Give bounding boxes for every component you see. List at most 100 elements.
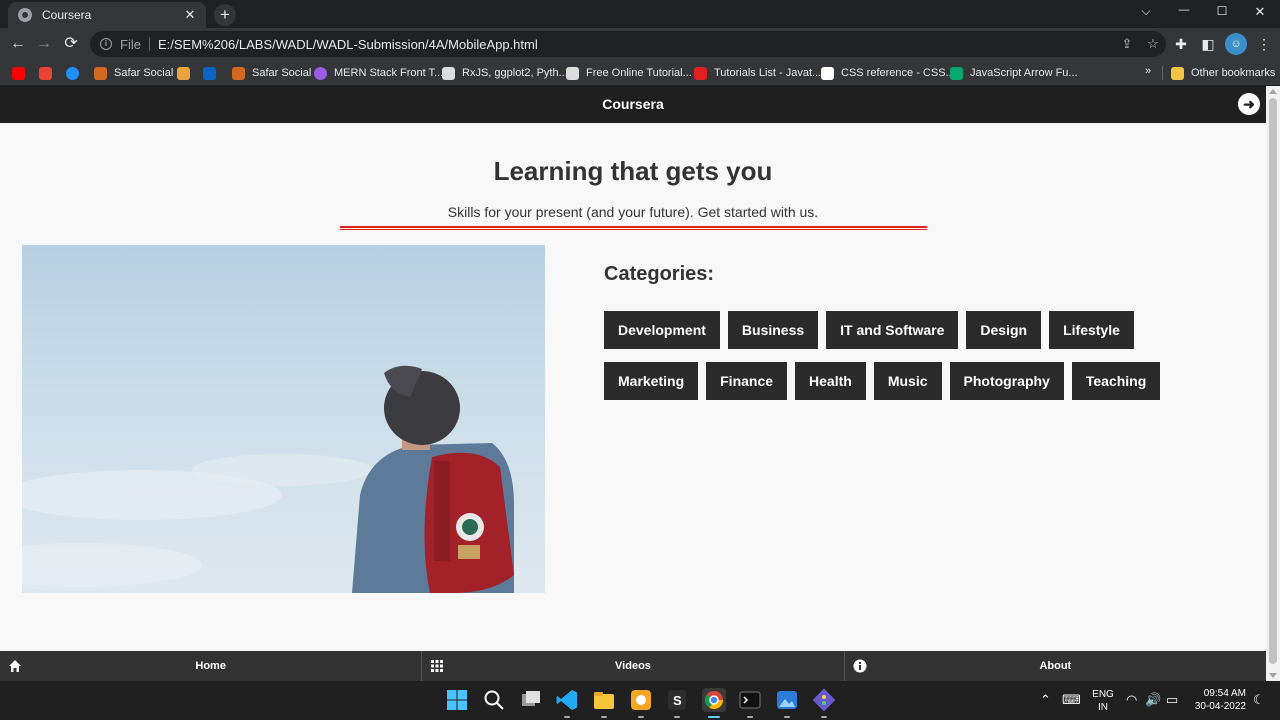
chevron-up-icon[interactable]: ⌃: [1040, 692, 1051, 708]
bookmark-item[interactable]: Tutorials List - Javat...: [694, 64, 821, 82]
svg-text:S: S: [673, 693, 682, 708]
scroll-thumb[interactable]: [1269, 98, 1277, 664]
menu-kebab-icon[interactable]: ⋮: [1253, 33, 1275, 55]
bookmarks-overflow-button[interactable]: »: [1145, 65, 1151, 77]
reload-icon[interactable]: ⟳: [60, 33, 82, 55]
scroll-down-arrow-icon[interactable]: [1269, 673, 1277, 678]
bookmark-item[interactable]: CSS reference - CSS...: [821, 64, 955, 82]
clock[interactable]: 09:54 AM 30-04-2022: [1190, 687, 1246, 713]
bookmark-item[interactable]: [177, 64, 197, 82]
folder-icon: [1171, 66, 1184, 80]
sublime-icon[interactable]: S: [665, 688, 689, 718]
javatpoint-icon: [694, 66, 707, 80]
bookmark-label: RxJS, ggplot2, Pyth...: [462, 67, 568, 79]
bookmark-item[interactable]: [12, 64, 32, 82]
new-tab-button[interactable]: +: [214, 4, 236, 26]
keyboard-icon[interactable]: ⌨: [1062, 692, 1081, 708]
category-button[interactable]: Marketing: [604, 362, 699, 400]
nav-label: Videos: [615, 660, 651, 672]
file-explorer-icon[interactable]: [592, 688, 616, 718]
bookmark-label: CSS reference - CSS...: [841, 67, 955, 79]
category-button[interactable]: IT and Software: [826, 311, 959, 349]
nav-about[interactable]: About: [845, 651, 1266, 681]
info-icon[interactable]: i: [100, 38, 112, 50]
photos-icon[interactable]: [775, 688, 799, 718]
maximize-button[interactable]: ☐: [1210, 4, 1234, 18]
bookmark-item[interactable]: Free Online Tutorial...: [566, 64, 692, 82]
category-button[interactable]: Business: [727, 311, 819, 349]
git-icon[interactable]: [812, 688, 836, 718]
bolt-icon: [177, 66, 190, 80]
vscode-icon[interactable]: [555, 688, 579, 718]
nav-videos[interactable]: Videos: [422, 651, 845, 681]
bookmark-item[interactable]: MERN Stack Front T...: [314, 64, 443, 82]
bookmark-star-icon[interactable]: ☆: [1140, 36, 1166, 52]
globe-icon: [18, 8, 32, 22]
tab-coursera[interactable]: Coursera ✕: [8, 2, 206, 28]
os-taskbar: S ⌃ ⌨ ENG IN ◠ 🔊 ▭ 09:54 AM 30-04-2022 ☾: [0, 681, 1280, 720]
hero-subtitle: Skills for your present (and your future…: [447, 204, 819, 220]
notifications-icon[interactable]: ☾: [1253, 692, 1265, 708]
clock-time: 09:54 AM: [1203, 688, 1246, 699]
safar-icon: [94, 66, 107, 80]
minimize-button[interactable]: —: [1172, 4, 1196, 16]
close-window-button[interactable]: ✕: [1248, 4, 1272, 20]
bookmark-item[interactable]: Safar Social: [94, 64, 173, 82]
bookmark-item[interactable]: [203, 64, 223, 82]
language-code: ENG: [1092, 689, 1114, 700]
back-icon[interactable]: ←: [7, 33, 29, 55]
category-button[interactable]: Finance: [706, 362, 788, 400]
nav-home[interactable]: Home: [0, 651, 423, 681]
globe-icon: [442, 66, 455, 80]
tab-title: Coursera: [42, 8, 92, 22]
share-icon[interactable]: ⇪: [1114, 36, 1140, 52]
category-button[interactable]: Music: [873, 362, 942, 400]
bookmark-label: Free Online Tutorial...: [586, 67, 692, 79]
wifi-icon[interactable]: ◠: [1126, 692, 1137, 708]
battery-icon[interactable]: ▭: [1166, 692, 1178, 708]
hero-title: Learning that gets you: [493, 156, 773, 186]
bookmark-item[interactable]: RxJS, ggplot2, Pyth...: [442, 64, 568, 82]
address-bar[interactable]: i File E:/SEM%206/LABS/WADL/WADL-Submiss…: [90, 31, 1166, 57]
url-scheme-label: File: [120, 36, 141, 52]
url-text[interactable]: E:/SEM%206/LABS/WADL/WADL-Submission/4A/…: [158, 37, 1114, 52]
region-code: IN: [1098, 702, 1108, 713]
vertical-scrollbar[interactable]: [1266, 86, 1280, 681]
browser-tab-strip: Coursera ✕ + ⌵ — ☐ ✕: [0, 0, 1280, 28]
bottom-nav: Home Videos About: [0, 651, 1266, 681]
category-button[interactable]: Design: [966, 311, 1042, 349]
task-view-icon[interactable]: [519, 688, 543, 712]
category-button[interactable]: Health: [795, 362, 866, 400]
tab-search-icon[interactable]: ⌵: [1134, 4, 1158, 19]
forward-icon[interactable]: →: [33, 33, 55, 55]
photo-editor-icon[interactable]: [629, 688, 653, 718]
category-button[interactable]: Photography: [949, 362, 1064, 400]
bookmark-item[interactable]: [66, 64, 86, 82]
accent-divider: [340, 226, 927, 230]
extensions-icon[interactable]: ✚: [1170, 33, 1192, 55]
other-bookmarks-folder[interactable]: Other bookmarks: [1171, 64, 1275, 82]
bookmark-item[interactable]: Safar Social: [232, 64, 311, 82]
search-icon[interactable]: [482, 688, 506, 712]
safar-icon: [232, 66, 245, 80]
windows-start-icon[interactable]: [445, 688, 469, 712]
volume-icon[interactable]: 🔊: [1145, 692, 1161, 708]
categories-heading: Categories:: [604, 263, 715, 285]
globe-icon: [566, 66, 579, 80]
edge-icon: [66, 66, 79, 80]
language-indicator[interactable]: ENG IN: [1092, 688, 1114, 714]
bookmark-item[interactable]: [39, 64, 59, 82]
terminal-icon[interactable]: [738, 688, 762, 718]
category-button[interactable]: Teaching: [1071, 362, 1161, 400]
bookmarks-bar: Safar Social Safar Social MERN Stack Fro…: [0, 60, 1280, 86]
profile-avatar-icon[interactable]: ☺: [1225, 33, 1247, 55]
bookmark-item[interactable]: JavaScript Arrow Fu...: [950, 64, 1078, 82]
side-panel-icon[interactable]: ◧: [1197, 33, 1219, 55]
tab-close-icon[interactable]: ✕: [182, 7, 198, 23]
scroll-up-arrow-icon[interactable]: [1269, 89, 1277, 94]
app-title: Coursera: [602, 96, 664, 112]
chrome-icon[interactable]: [702, 688, 726, 718]
category-button[interactable]: Lifestyle: [1049, 311, 1134, 349]
category-button[interactable]: Development: [604, 311, 720, 349]
arrow-right-icon[interactable]: ➜: [1238, 93, 1260, 115]
